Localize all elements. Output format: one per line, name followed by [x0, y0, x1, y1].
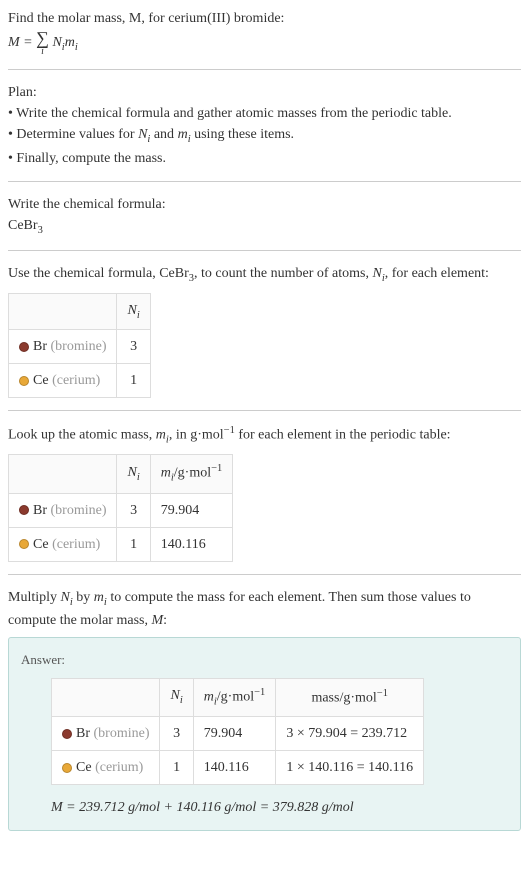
- element-cell: Br (bromine): [9, 493, 117, 527]
- table-header-row: Ni mi/g·mol−1 mass/g·mol−1: [52, 678, 424, 716]
- element-dot-icon: [19, 505, 29, 515]
- element-cell: Br (bromine): [9, 330, 117, 364]
- element-dot-icon: [19, 342, 29, 352]
- header-m: mi/g·mol−1: [193, 678, 276, 716]
- molar-mass-formula: M = ∑ i Nimi: [8, 29, 521, 57]
- header-element: [52, 678, 160, 716]
- table-row: Ce (cerium) 1: [9, 364, 151, 398]
- plan-header: Plan:: [8, 82, 521, 103]
- header-mass: mass/g·mol−1: [276, 678, 424, 716]
- sigma-icon: ∑ i: [36, 29, 49, 57]
- atom-count-table: Ni Br (bromine) 3 Ce (cerium) 1: [8, 293, 151, 399]
- intro-text: Find the molar mass, M, for cerium(III) …: [8, 8, 521, 29]
- m-cell: 79.904: [193, 716, 276, 750]
- answer-label: Answer:: [21, 650, 508, 670]
- element-dot-icon: [62, 729, 72, 739]
- atomic-mass-table: Ni mi/g·mol−1 Br (bromine) 3 79.904 Ce (…: [8, 454, 233, 561]
- table-row: Br (bromine) 3 79.904 3 × 79.904 = 239.7…: [52, 716, 424, 750]
- header-element: [9, 293, 117, 330]
- table-row: Br (bromine) 3 79.904: [9, 493, 233, 527]
- step2-text: Use the chemical formula, CeBr3, to coun…: [8, 263, 521, 287]
- table-row: Ce (cerium) 1 140.116 1 × 140.116 = 140.…: [52, 750, 424, 784]
- step3-section: Look up the atomic mass, mi, in g·mol−1 …: [8, 423, 521, 574]
- answer-box: Answer: Ni mi/g·mol−1 mass/g·mol−1 Br (b…: [8, 637, 521, 831]
- step4-text: Multiply Ni by mi to compute the mass fo…: [8, 587, 521, 632]
- element-cell: Ce (cerium): [9, 364, 117, 398]
- element-dot-icon: [62, 763, 72, 773]
- answer-table: Ni mi/g·mol−1 mass/g·mol−1 Br (bromine) …: [51, 678, 424, 785]
- intro-section: Find the molar mass, M, for cerium(III) …: [8, 8, 521, 70]
- m-cell: 140.116: [150, 527, 233, 561]
- n-cell: 3: [117, 493, 150, 527]
- element-cell: Ce (cerium): [52, 750, 160, 784]
- header-element: [9, 455, 117, 493]
- plan-section: Plan: • Write the chemical formula and g…: [8, 82, 521, 182]
- mass-cell: 1 × 140.116 = 140.116: [276, 750, 424, 784]
- m-cell: 79.904: [150, 493, 233, 527]
- table-row: Br (bromine) 3: [9, 330, 151, 364]
- table-header-row: Ni mi/g·mol−1: [9, 455, 233, 493]
- table-header-row: Ni: [9, 293, 151, 330]
- step1-text: Write the chemical formula:: [8, 194, 521, 215]
- table-row: Ce (cerium) 1 140.116: [9, 527, 233, 561]
- formula-m: m: [65, 35, 75, 50]
- n-cell: 1: [117, 527, 150, 561]
- formula-lhs: M =: [8, 35, 36, 50]
- intro-line1: Find the molar mass, M, for cerium(III) …: [8, 11, 284, 26]
- final-answer: M = 239.712 g/mol + 140.116 g/mol = 379.…: [51, 797, 508, 818]
- step3-text: Look up the atomic mass, mi, in g·mol−1 …: [8, 423, 521, 448]
- n-cell: 3: [160, 716, 193, 750]
- formula-n: N: [52, 35, 61, 50]
- element-dot-icon: [19, 539, 29, 549]
- n-cell: 1: [117, 364, 150, 398]
- m-cell: 140.116: [193, 750, 276, 784]
- element-cell: Br (bromine): [52, 716, 160, 750]
- element-cell: Ce (cerium): [9, 527, 117, 561]
- plan-bullet-2: • Determine values for Ni and mi using t…: [8, 124, 521, 148]
- header-n: Ni: [117, 455, 150, 493]
- mass-cell: 3 × 79.904 = 239.712: [276, 716, 424, 750]
- n-cell: 3: [117, 330, 150, 364]
- step2-section: Use the chemical formula, CeBr3, to coun…: [8, 263, 521, 411]
- header-n: Ni: [117, 293, 150, 330]
- element-dot-icon: [19, 376, 29, 386]
- header-n: Ni: [160, 678, 193, 716]
- step4-section: Multiply Ni by mi to compute the mass fo…: [8, 587, 521, 831]
- n-cell: 1: [160, 750, 193, 784]
- plan-bullet-1: • Write the chemical formula and gather …: [8, 103, 521, 124]
- plan-bullet-3: • Finally, compute the mass.: [8, 148, 521, 169]
- step1-section: Write the chemical formula: CeBr3: [8, 194, 521, 252]
- chemical-formula: CeBr3: [8, 215, 521, 239]
- header-m: mi/g·mol−1: [150, 455, 233, 493]
